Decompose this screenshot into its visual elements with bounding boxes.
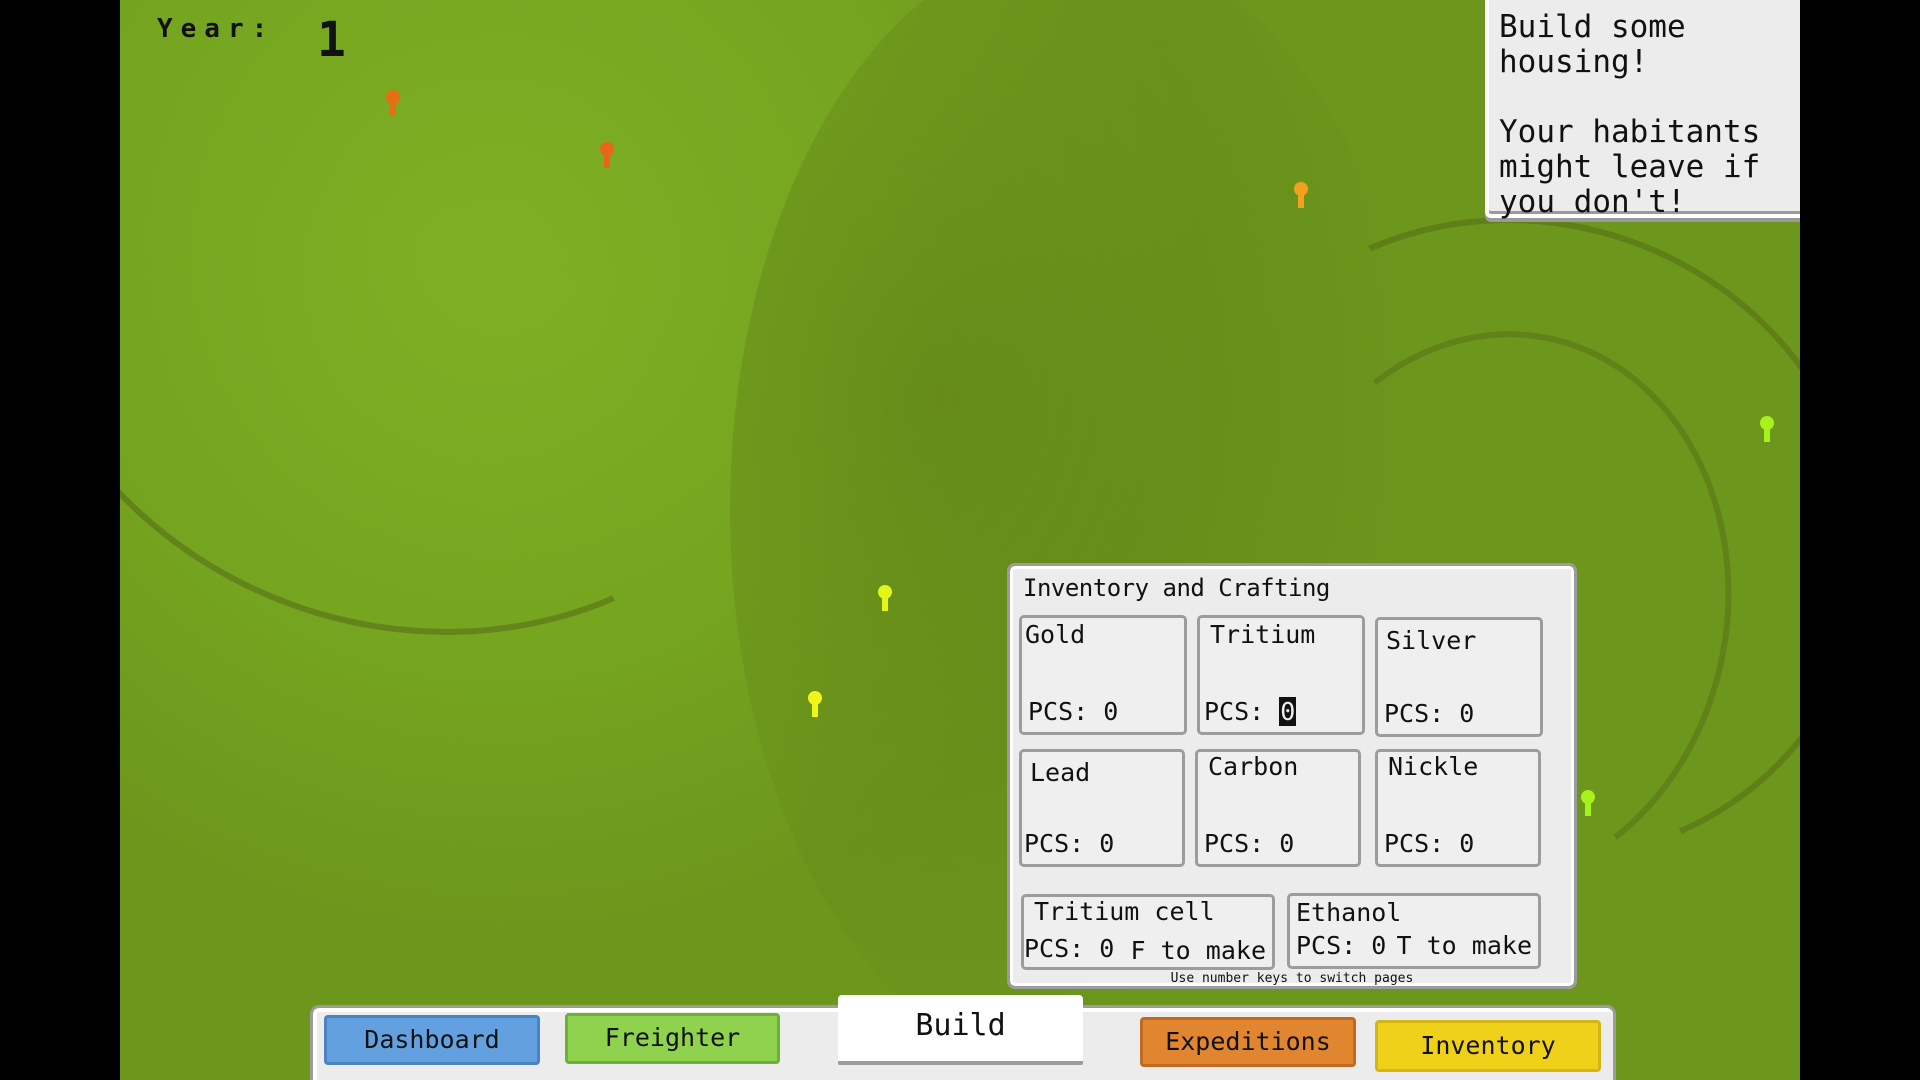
resource-count: PCS: 0 bbox=[1024, 829, 1115, 858]
resource-name: Carbon bbox=[1208, 752, 1299, 781]
resource-count: PCS: 0 bbox=[1028, 697, 1119, 726]
craft-hint: T to make bbox=[1396, 931, 1532, 960]
resource-count: PCS: 0 bbox=[1384, 699, 1475, 728]
map-marker-pin-icon[interactable] bbox=[1581, 790, 1595, 816]
craft-name: Ethanol bbox=[1296, 898, 1402, 927]
inventory-button[interactable]: Inventory bbox=[1375, 1020, 1601, 1072]
craft-count: PCS: 0 bbox=[1024, 934, 1115, 963]
resource-cell-gold[interactable]: Gold PCS: 0 bbox=[1019, 615, 1187, 735]
game-map[interactable]: Year: 1 Build some housing! Your habitan… bbox=[120, 0, 1800, 1080]
resource-name: Tritium bbox=[1210, 620, 1316, 649]
resource-cell-carbon[interactable]: Carbon PCS: 0 bbox=[1195, 749, 1361, 867]
craft-hint: F to make bbox=[1130, 936, 1266, 965]
map-marker-pin-icon[interactable] bbox=[878, 585, 892, 611]
resource-count: PCS: 0 bbox=[1384, 829, 1475, 858]
notification-headline: Build some housing! bbox=[1499, 9, 1686, 80]
craft-cell-ethanol[interactable]: Ethanol PCS: 0 T to make bbox=[1287, 893, 1541, 969]
build-tab[interactable]: Build bbox=[838, 995, 1083, 1065]
resource-name: Silver bbox=[1386, 626, 1477, 655]
map-marker-pin-icon[interactable] bbox=[386, 90, 400, 116]
resource-name: Nickle bbox=[1388, 752, 1479, 781]
resource-count: PCS: 0 bbox=[1204, 829, 1295, 858]
craft-count: PCS: 0 bbox=[1296, 931, 1387, 960]
notification-box: Build some housing! Your habitants might… bbox=[1485, 0, 1800, 220]
map-marker-pin-icon[interactable] bbox=[1760, 416, 1774, 442]
freighter-button[interactable]: Freighter bbox=[565, 1013, 780, 1064]
selection-cursor: 0 bbox=[1279, 697, 1297, 726]
inventory-crafting-panel: Inventory and Crafting Gold PCS: 0 Triti… bbox=[1007, 563, 1577, 989]
expeditions-button[interactable]: Expeditions bbox=[1140, 1017, 1356, 1067]
panel-title: Inventory and Crafting bbox=[1023, 574, 1330, 602]
resource-cell-lead[interactable]: Lead PCS: 0 bbox=[1019, 749, 1185, 867]
notification-body: Your habitants might leave if you don't! bbox=[1499, 114, 1761, 220]
resource-name: Gold bbox=[1025, 620, 1086, 649]
resource-cell-nickle[interactable]: Nickle PCS: 0 bbox=[1375, 749, 1541, 867]
year-value: 1 bbox=[317, 12, 346, 68]
page-switch-hint: Use number keys to switch pages bbox=[1170, 971, 1414, 986]
resource-name: Lead bbox=[1030, 758, 1091, 787]
resource-cell-tritium[interactable]: Tritium PCS: 0 bbox=[1197, 615, 1365, 735]
map-marker-pin-icon[interactable] bbox=[808, 691, 822, 717]
resource-count: PCS: 0 bbox=[1204, 697, 1297, 726]
resource-cell-silver[interactable]: Silver PCS: 0 bbox=[1375, 617, 1543, 737]
map-marker-pin-icon[interactable] bbox=[600, 142, 614, 168]
craft-name: Tritium cell bbox=[1034, 897, 1215, 926]
dashboard-button[interactable]: Dashboard bbox=[324, 1015, 540, 1065]
map-marker-pin-icon[interactable] bbox=[1294, 182, 1308, 208]
year-display: Year: 1 bbox=[157, 12, 346, 68]
craft-cell-tritium-cell[interactable]: Tritium cell PCS: 0 F to make bbox=[1021, 894, 1275, 970]
year-label: Year: bbox=[157, 14, 276, 44]
